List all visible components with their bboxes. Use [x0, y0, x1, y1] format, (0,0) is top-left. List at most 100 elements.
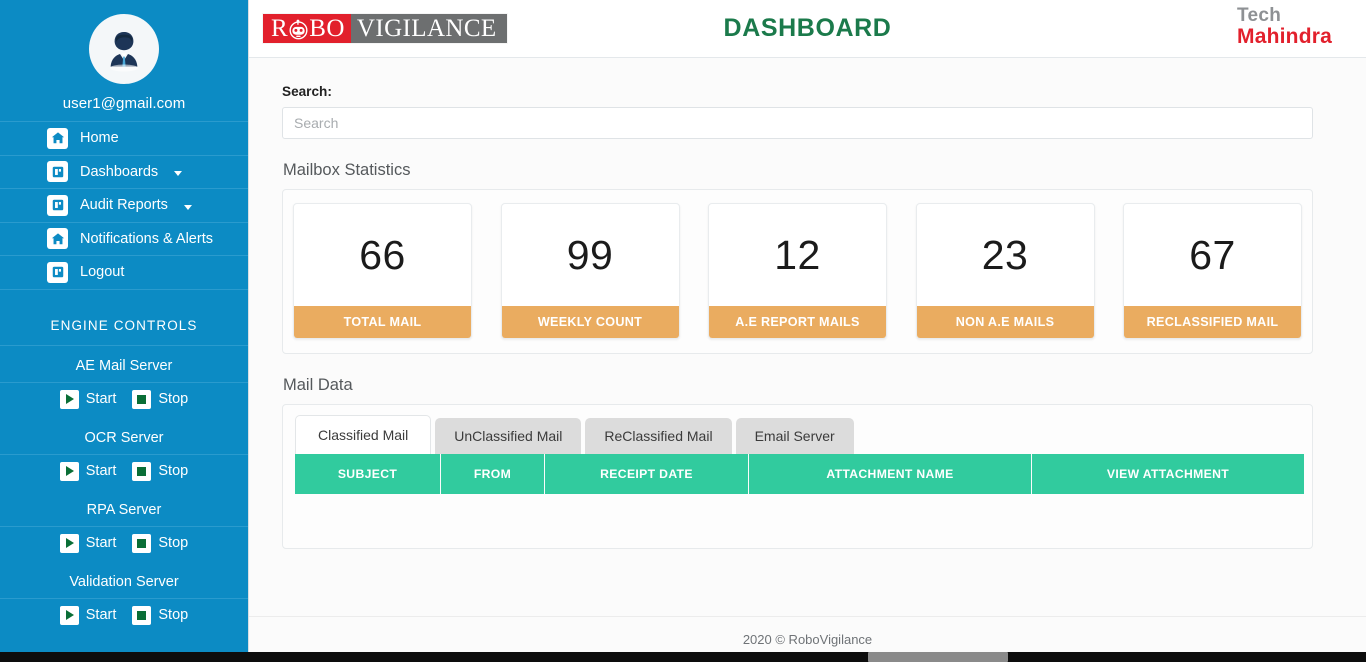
- mail-data-panel: Classified Mail UnClassified Mail ReClas…: [282, 404, 1313, 549]
- play-icon: [59, 389, 79, 409]
- play-icon: [59, 605, 79, 625]
- user-avatar-icon: [97, 22, 151, 76]
- start-label: Start: [85, 463, 117, 479]
- stat-card-weekly-count[interactable]: 99 WEEKLY COUNT: [500, 203, 680, 339]
- server-name-ocr: OCR Server: [0, 418, 248, 455]
- report-icon: [47, 194, 68, 216]
- stat-label: TOTAL MAIL: [294, 306, 471, 338]
- column-header-attachment-name[interactable]: ATTACHMENT NAME: [749, 454, 1032, 494]
- stat-card-non-ae-mails[interactable]: 23 NON A.E MAILS: [915, 203, 1095, 339]
- avatar: [89, 14, 159, 84]
- logo-letter-r: R: [271, 14, 289, 42]
- engine-controls-title: ENGINE CONTROLS: [0, 290, 248, 346]
- stat-label: WEEKLY COUNT: [501, 306, 679, 338]
- stat-label: A.E REPORT MAILS: [709, 306, 886, 338]
- logout-icon: [47, 261, 68, 283]
- robot-face-icon: [288, 19, 309, 40]
- avatar-wrap: [0, 0, 248, 84]
- home-icon: [47, 127, 68, 149]
- tab-classified-mail[interactable]: Classified Mail: [295, 415, 432, 454]
- horizontal-scrollbar-thumb[interactable]: [868, 652, 1008, 662]
- stop-label: Stop: [158, 535, 189, 551]
- mail-data-title: Mail Data: [283, 376, 353, 394]
- sidebar: user1@gmail.com Home Dashboards Audit Re…: [0, 0, 248, 662]
- sidebar-item-dashboards[interactable]: Dashboards: [0, 156, 248, 189]
- sidebar-item-label: Audit Reports: [80, 197, 168, 214]
- tab-email-server[interactable]: Email Server: [735, 418, 854, 454]
- server-name-rpa: RPA Server: [0, 490, 248, 527]
- stat-value: 99: [566, 231, 614, 278]
- server-controls-ocr: Start Stop: [0, 455, 248, 490]
- start-button-ocr[interactable]: Start: [59, 461, 117, 481]
- sidebar-item-logout[interactable]: Logout: [0, 256, 248, 290]
- stat-value: 12: [774, 231, 821, 278]
- start-button-rpa[interactable]: Start: [59, 533, 117, 553]
- start-label: Start: [85, 607, 117, 623]
- stat-label: NON A.E MAILS: [916, 306, 1094, 338]
- brand-top-text: Tech: [1237, 5, 1282, 26]
- mail-table-body: [293, 494, 1302, 538]
- chevron-down-icon: [174, 171, 183, 177]
- stop-button-ocr[interactable]: Stop: [132, 461, 189, 481]
- logo-robo-text: R BO: [263, 14, 351, 43]
- stop-button-rpa[interactable]: Stop: [132, 533, 189, 553]
- play-icon: [59, 461, 79, 481]
- server-controls-ae-mail: Start Stop: [0, 383, 248, 418]
- server-controls-validation: Start Stop: [0, 599, 248, 634]
- stat-value: 66: [359, 231, 406, 278]
- stop-button-validation[interactable]: Stop: [132, 605, 188, 625]
- stat-value: 67: [1189, 231, 1236, 278]
- start-button-validation[interactable]: Start: [59, 605, 117, 625]
- mail-data-tabs: Classified Mail UnClassified Mail ReClas…: [293, 415, 1302, 454]
- mailbox-statistics-title: Mailbox Statistics: [283, 161, 411, 179]
- stat-card-total-mail[interactable]: 66 TOTAL MAIL: [293, 203, 472, 339]
- robovigilance-logo: R BO VIGILANCE: [263, 14, 507, 43]
- stat-card-ae-report-mails[interactable]: 12 A.E REPORT MAILS: [708, 203, 887, 339]
- sidebar-item-label: Notifications & Alerts: [80, 230, 213, 247]
- server-name-ae-mail: AE Mail Server: [0, 346, 248, 383]
- horizontal-scrollbar[interactable]: [0, 652, 1366, 662]
- column-header-view-attachment[interactable]: VIEW ATTACHMENT: [1032, 454, 1304, 494]
- server-name-validation: Validation Server: [0, 562, 248, 599]
- brand-bottom-text: Mahindra: [1237, 24, 1332, 48]
- server-controls-rpa: Start Stop: [0, 527, 248, 562]
- stat-label: RECLASSIFIED MAIL: [1124, 306, 1301, 338]
- search-label: Search:: [282, 84, 332, 99]
- logo-text-bo: BO: [309, 14, 345, 42]
- stop-icon: [132, 389, 152, 409]
- tab-reclassified-mail[interactable]: ReClassified Mail: [585, 418, 732, 454]
- stop-button-ae-mail[interactable]: Stop: [132, 389, 189, 409]
- app-root: user1@gmail.com Home Dashboards Audit Re…: [0, 0, 1366, 662]
- main-area: R BO VIGILANCE DASHBOARD Tech Mahindra S…: [248, 0, 1366, 662]
- stop-label: Stop: [158, 463, 189, 479]
- stat-cards: 66 TOTAL MAIL 99 WEEKLY COUNT 12 A.E REP…: [283, 190, 1312, 353]
- search-input[interactable]: [282, 107, 1313, 139]
- mail-table-header: SUBJECT FROM RECEIPT DATE ATTACHMENT NAM…: [295, 454, 1304, 494]
- sidebar-item-home[interactable]: Home: [0, 122, 248, 156]
- tab-unclassified-mail[interactable]: UnClassified Mail: [435, 418, 582, 454]
- column-header-subject[interactable]: SUBJECT: [295, 454, 441, 494]
- sidebar-item-label: Home: [80, 130, 119, 147]
- column-header-from[interactable]: FROM: [441, 454, 545, 494]
- sidebar-item-audit-reports[interactable]: Audit Reports: [0, 189, 248, 223]
- logo-vigilance-text: VIGILANCE: [350, 14, 507, 43]
- user-email: user1@gmail.com: [62, 95, 186, 112]
- stop-label: Stop: [158, 391, 189, 407]
- topbar: R BO VIGILANCE DASHBOARD Tech Mahindra: [249, 0, 1366, 58]
- column-header-receipt-date[interactable]: RECEIPT DATE: [545, 454, 749, 494]
- home-icon: [47, 228, 68, 250]
- chevron-down-icon: [183, 204, 192, 210]
- sidebar-menu: Home Dashboards Audit Reports Notificati…: [0, 121, 248, 290]
- stat-value: 23: [981, 231, 1029, 278]
- sidebar-item-notifications-alerts[interactable]: Notifications & Alerts: [0, 223, 248, 256]
- stat-card-reclassified-mail[interactable]: 67 RECLASSIFIED MAIL: [1123, 203, 1302, 339]
- start-label: Start: [85, 535, 117, 551]
- sidebar-item-label: Dashboards: [80, 163, 159, 180]
- start-button-ae-mail[interactable]: Start: [59, 389, 116, 409]
- footer-text: 2020 © RoboVigilance: [742, 632, 873, 647]
- mailbox-statistics-panel: 66 TOTAL MAIL 99 WEEKLY COUNT 12 A.E REP…: [282, 189, 1313, 354]
- stop-icon: [132, 461, 152, 481]
- play-icon: [59, 533, 79, 553]
- tech-mahindra-logo: Tech Mahindra: [1237, 6, 1332, 48]
- dashboard-icon: [47, 161, 68, 183]
